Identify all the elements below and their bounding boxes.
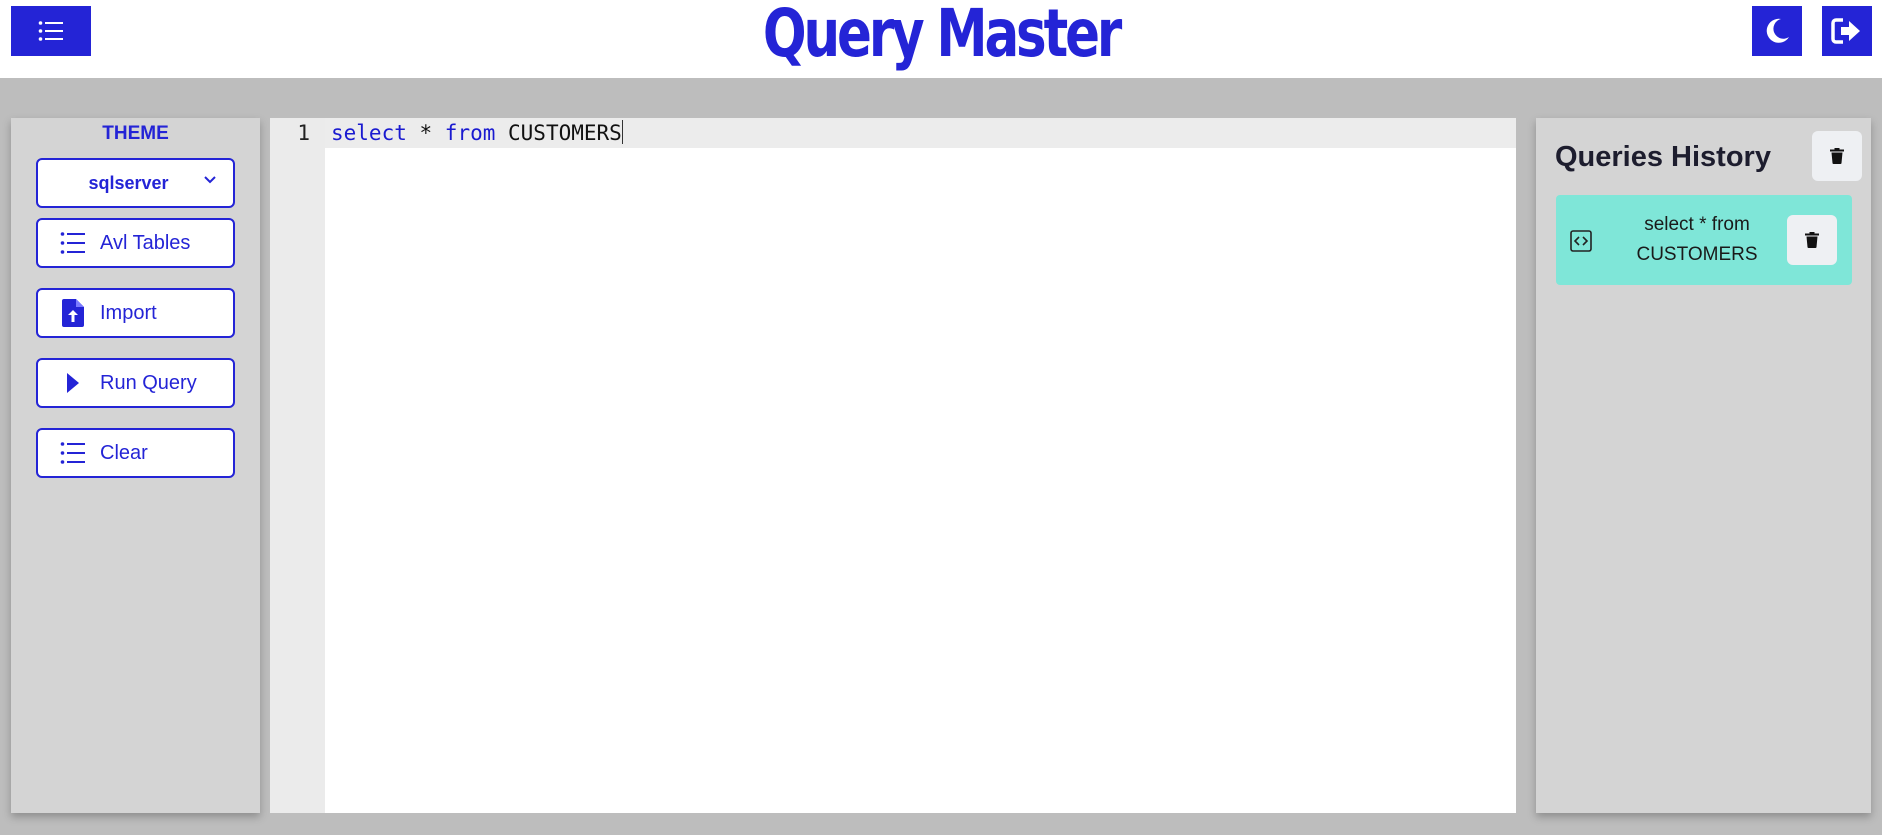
keyword-token: from [444, 121, 496, 145]
available-tables-button[interactable]: Avl Tables [36, 218, 235, 268]
available-tables-label: Avl Tables [100, 231, 191, 254]
clear-label: Clear [100, 441, 148, 464]
text-token: * [406, 121, 445, 145]
run-query-button[interactable]: Run Query [36, 358, 235, 408]
clear-button[interactable]: Clear [36, 428, 235, 478]
delete-history-item-button[interactable] [1787, 215, 1837, 265]
trash-icon [1805, 232, 1819, 248]
line-number: 1 [297, 121, 310, 145]
list-icon [60, 442, 85, 464]
left-sidebar: THEME sqlserver Avl Tables Import Run Qu… [11, 118, 260, 813]
trash-icon [1830, 148, 1844, 164]
history-item-query: select * from CUSTOMERS [1636, 214, 1758, 265]
chevron-down-icon [204, 176, 216, 184]
clear-history-button[interactable] [1812, 131, 1862, 181]
text-token: CUSTOMERS [495, 121, 622, 145]
text-cursor [621, 120, 623, 144]
queries-history-title: Queries History [1555, 141, 1771, 173]
list-icon [38, 21, 63, 41]
app-logo-title: Query Master [762, 0, 1122, 72]
app-header: Query Master [0, 0, 1882, 78]
play-icon [67, 373, 79, 393]
run-query-label: Run Query [100, 371, 197, 394]
menu-button[interactable] [11, 6, 91, 56]
editor-gutter: 1 [270, 118, 325, 813]
queries-history-panel: Queries History select * from CUSTOMERS [1536, 118, 1871, 813]
import-label: Import [100, 301, 157, 324]
code-icon [1570, 230, 1592, 252]
sign-out-icon [1831, 18, 1860, 44]
theme-select[interactable]: sqlserver [36, 158, 235, 208]
import-button[interactable]: Import [36, 288, 235, 338]
history-item[interactable]: select * from CUSTOMERS [1556, 195, 1852, 285]
list-icon [60, 232, 85, 254]
theme-select-value: sqlserver [88, 172, 169, 193]
sql-editor[interactable]: 1 select * from CUSTOMERS [270, 118, 1516, 813]
moon-icon [1766, 18, 1789, 43]
logout-button[interactable] [1822, 6, 1872, 56]
keyword-token: select [331, 121, 407, 145]
theme-label: THEME [102, 123, 169, 144]
theme-toggle-button[interactable] [1752, 6, 1802, 56]
file-upload-icon [62, 299, 84, 327]
code-line[interactable]: select * from CUSTOMERS [331, 118, 623, 148]
